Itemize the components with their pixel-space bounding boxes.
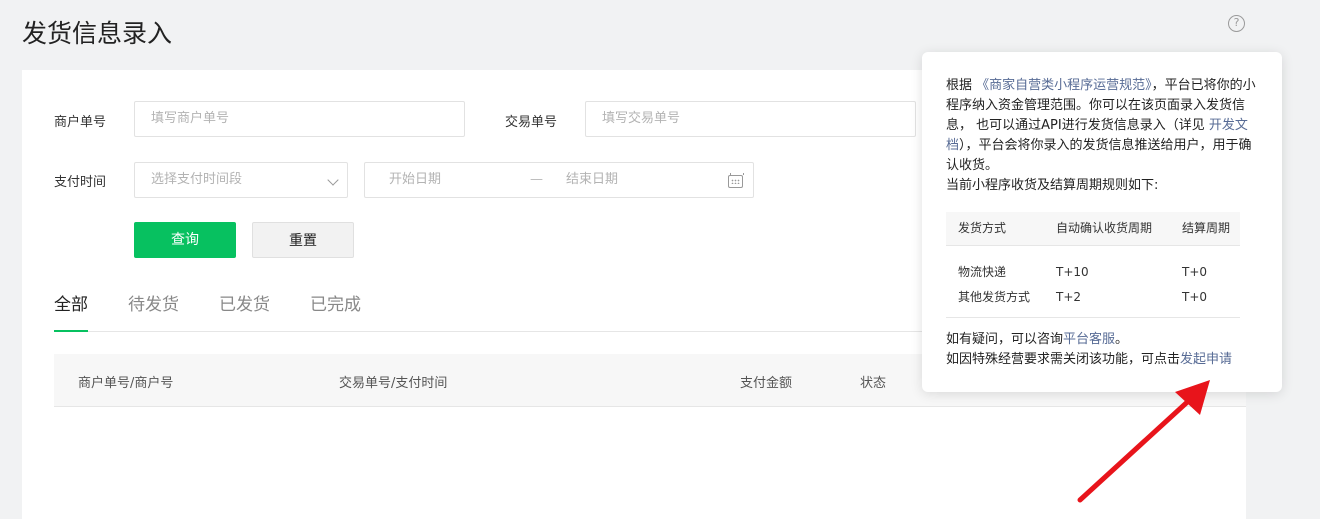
trade-no-input[interactable]: 填写交易单号 — [585, 101, 916, 137]
table-row: 物流快递 T+10 T+0 — [946, 245, 1240, 284]
rules-intro: 当前小程序收货及结算周期规则如下: — [946, 178, 1159, 193]
reset-button[interactable]: 重置 — [252, 222, 354, 258]
pay-time-label: 支付时间 — [54, 175, 107, 190]
merchant-no-placeholder: 填写商户单号 — [151, 111, 230, 126]
table-row: 其他发货方式 T+2 T+0 — [946, 284, 1240, 317]
rules-header-method: 发货方式 — [946, 212, 1044, 246]
chevron-down-icon — [327, 174, 339, 186]
column-merchant-no: 商户单号/商户号 — [78, 376, 174, 391]
tab-all[interactable]: 全部 — [54, 290, 88, 315]
pay-period-placeholder: 选择支付时间段 — [151, 172, 243, 187]
calendar-icon[interactable] — [728, 173, 744, 188]
intro-prefix: 根据 — [946, 78, 973, 93]
tab-pending-shipment[interactable]: 待发货 — [128, 290, 179, 315]
rules-header-settle: 结算周期 — [1169, 212, 1240, 246]
active-tab-indicator — [54, 330, 88, 332]
range-separator: — — [530, 172, 543, 187]
rule-cell: T+0 — [1181, 289, 1208, 304]
disable-prefix: 如因特殊经营要求需关闭该功能，可点击 — [946, 352, 1181, 367]
pay-period-select[interactable]: 选择支付时间段 — [134, 162, 348, 198]
page-title: 发货信息录入 — [22, 19, 173, 48]
intro-suffix: ），平台会将你录入的发货信息推送给用户，用于确认收货。 — [946, 138, 1252, 173]
rule-cell: T+10 — [1056, 264, 1089, 279]
red-arrow-annotation — [1077, 380, 1210, 503]
start-date-placeholder: 开始日期 — [389, 172, 442, 187]
column-status: 状态 — [860, 376, 887, 391]
rule-cell: T+0 — [1181, 264, 1208, 279]
question-prefix: 如有疑问，可以咨询 — [946, 332, 1064, 347]
query-button[interactable]: 查询 — [134, 222, 236, 258]
disable-line: 如因特殊经营要求需关闭该功能，可点击发起申请 — [946, 350, 1258, 370]
rule-cell: 其他发货方式 — [958, 289, 1031, 304]
tab-shipped[interactable]: 已发货 — [219, 290, 270, 315]
merchant-no-label: 商户单号 — [54, 115, 107, 130]
tab-completed[interactable]: 已完成 — [310, 290, 361, 315]
column-trade-no: 交易单号/支付时间 — [339, 376, 448, 391]
rules-table: 发货方式 自动确认收货周期 结算周期 物流快递 T+10 T+0 其他发货方式 … — [946, 212, 1240, 317]
question-line: 如有疑问，可以咨询平台客服。 — [946, 330, 1258, 350]
trade-no-label: 交易单号 — [505, 115, 558, 130]
rules-divider — [946, 317, 1240, 318]
question-suffix: 。 — [1115, 332, 1129, 347]
popover-intro: 根据 《商家自营类小程序运营规范》，平台已将你的小程序纳入资金管理范围。你可以在… — [946, 76, 1258, 176]
help-icon[interactable]: ? — [1228, 15, 1245, 32]
end-date-placeholder: 结束日期 — [566, 172, 619, 187]
rule-link[interactable]: 《商家自营类小程序运营规范》 — [976, 78, 1152, 93]
rule-cell: T+2 — [1056, 289, 1082, 304]
trade-no-placeholder: 填写交易单号 — [602, 111, 681, 126]
service-link[interactable]: 平台客服 — [1063, 332, 1115, 347]
apply-link[interactable]: 发起申请 — [1180, 352, 1232, 367]
date-range-picker[interactable]: 开始日期 — 结束日期 — [364, 162, 754, 198]
help-popover: 根据 《商家自营类小程序运营规范》，平台已将你的小程序纳入资金管理范围。你可以在… — [922, 52, 1282, 392]
rules-header-confirm: 自动确认收货周期 — [1044, 212, 1170, 246]
merchant-no-input[interactable]: 填写商户单号 — [134, 101, 465, 137]
column-amount: 支付金额 — [740, 376, 793, 391]
rule-cell: 物流快递 — [958, 264, 1007, 279]
